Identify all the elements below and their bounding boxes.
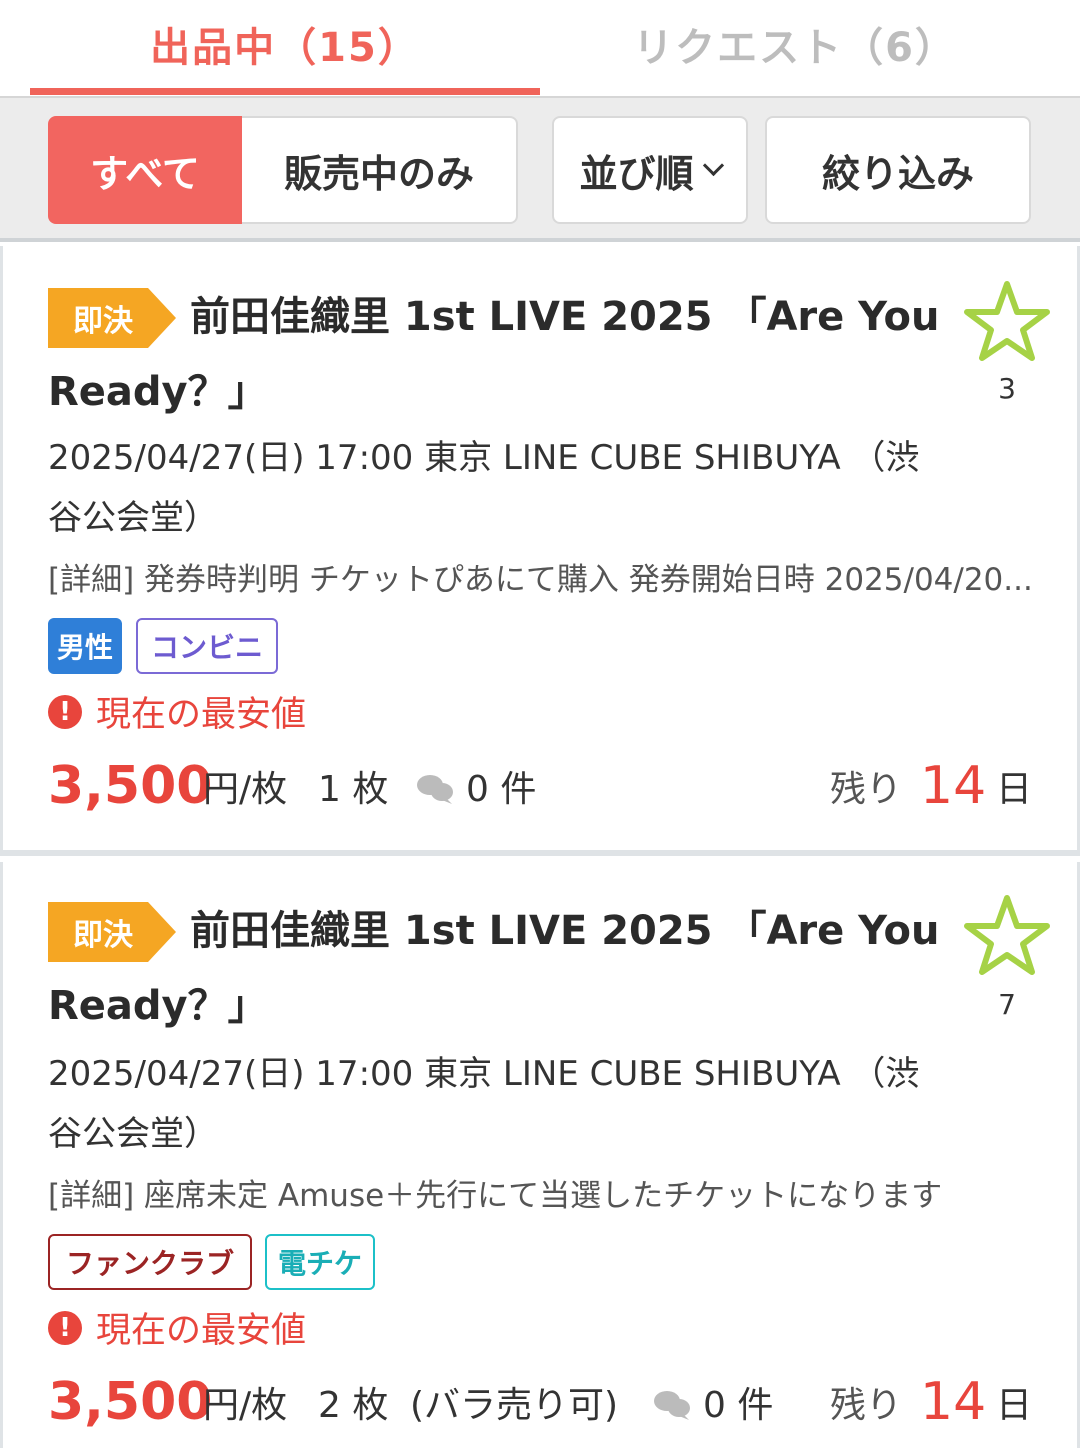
price-unit: 円/枚 <box>203 769 288 810</box>
comment-count: 0 件 <box>703 1385 774 1426</box>
remaining-label: 残り <box>830 769 903 810</box>
remaining-label: 残り <box>830 1385 903 1426</box>
price: 3,500 <box>48 1372 213 1432</box>
favorite-count: 7 <box>998 988 1016 1021</box>
remaining-days: 14 <box>920 756 987 816</box>
convenience-store-tag: コンビニ <box>136 618 278 674</box>
star-icon[interactable] <box>961 894 1053 976</box>
event-info: 2025/04/27(日) 17:00 東京 LINE CUBE SHIBUYA… <box>48 1054 920 1154</box>
split-sale-note: (バラ売り可) <box>410 1385 619 1426</box>
filter-all-button[interactable]: すべて <box>48 116 242 224</box>
sort-label: 並び順 <box>579 151 694 196</box>
price-row: 3,500 円/枚 1 枚 0 件 残り 14 日 <box>48 746 1038 816</box>
lowest-price-label: 現在の最安値 <box>96 695 307 735</box>
listing-title[interactable]: 前田佳織里 1st LIVE 2025 「Are You Ready？」 <box>48 894 948 1044</box>
filter-button[interactable]: 絞り込み <box>765 116 1031 224</box>
listing-detail: [詳細] 発券時判明 チケットぴあにて購入 発券開始日時 2025/04/20.… <box>48 562 1033 598</box>
price: 3,500 <box>48 756 213 816</box>
active-tab-indicator <box>30 88 540 95</box>
listing-detail: [詳細] 座席未定 Amuse＋先行にて当選したチケットになります <box>48 1178 943 1214</box>
favorite-count: 3 <box>998 372 1016 405</box>
chevron-down-icon <box>702 154 724 176</box>
tab-request[interactable]: リクエスト（6） <box>540 0 1050 88</box>
e-ticket-tag: 電チケ <box>265 1234 375 1290</box>
filter-on-sale-button[interactable]: 販売中のみ <box>242 116 518 224</box>
lowest-price-notice: ! 現在の最安値 <box>48 686 306 737</box>
listing-card[interactable]: 即決 前田佳織里 1st LIVE 2025 「Are You Ready？」 … <box>0 862 1080 1448</box>
alert-icon: ! <box>48 1310 82 1345</box>
listing-title[interactable]: 前田佳織里 1st LIVE 2025 「Are You Ready？」 <box>48 280 948 430</box>
comment-icon <box>654 1391 690 1420</box>
listing-card[interactable]: 即決 前田佳織里 1st LIVE 2025 「Are You Ready？」 … <box>0 246 1080 856</box>
filter-toolbar: すべて 販売中のみ 並び順 絞り込み <box>0 96 1080 242</box>
days-unit: 日 <box>996 1385 1033 1426</box>
tab-bar: 出品中（15） リクエスト（6） <box>0 0 1080 96</box>
price-row: 3,500 円/枚 2 枚 (バラ売り可) 0 件 残り 14 日 <box>48 1362 1038 1432</box>
fanclub-tag: ファンクラブ <box>48 1234 252 1290</box>
remaining-days: 14 <box>920 1372 987 1432</box>
star-icon[interactable] <box>961 280 1053 362</box>
tab-selling[interactable]: 出品中（15） <box>30 0 540 88</box>
days-unit: 日 <box>996 769 1033 810</box>
lowest-price-label: 現在の最安値 <box>96 1311 307 1351</box>
comment-count: 0 件 <box>466 769 537 810</box>
alert-icon: ! <box>48 694 82 729</box>
quantity: 1 枚 <box>318 769 389 810</box>
male-tag: 男性 <box>48 618 122 674</box>
sort-button[interactable]: 並び順 <box>552 116 748 224</box>
quantity: 2 枚 <box>318 1385 389 1426</box>
price-unit: 円/枚 <box>203 1385 288 1426</box>
comment-icon <box>417 775 453 804</box>
event-info: 2025/04/27(日) 17:00 東京 LINE CUBE SHIBUYA… <box>48 438 920 538</box>
lowest-price-notice: ! 現在の最安値 <box>48 1302 306 1353</box>
